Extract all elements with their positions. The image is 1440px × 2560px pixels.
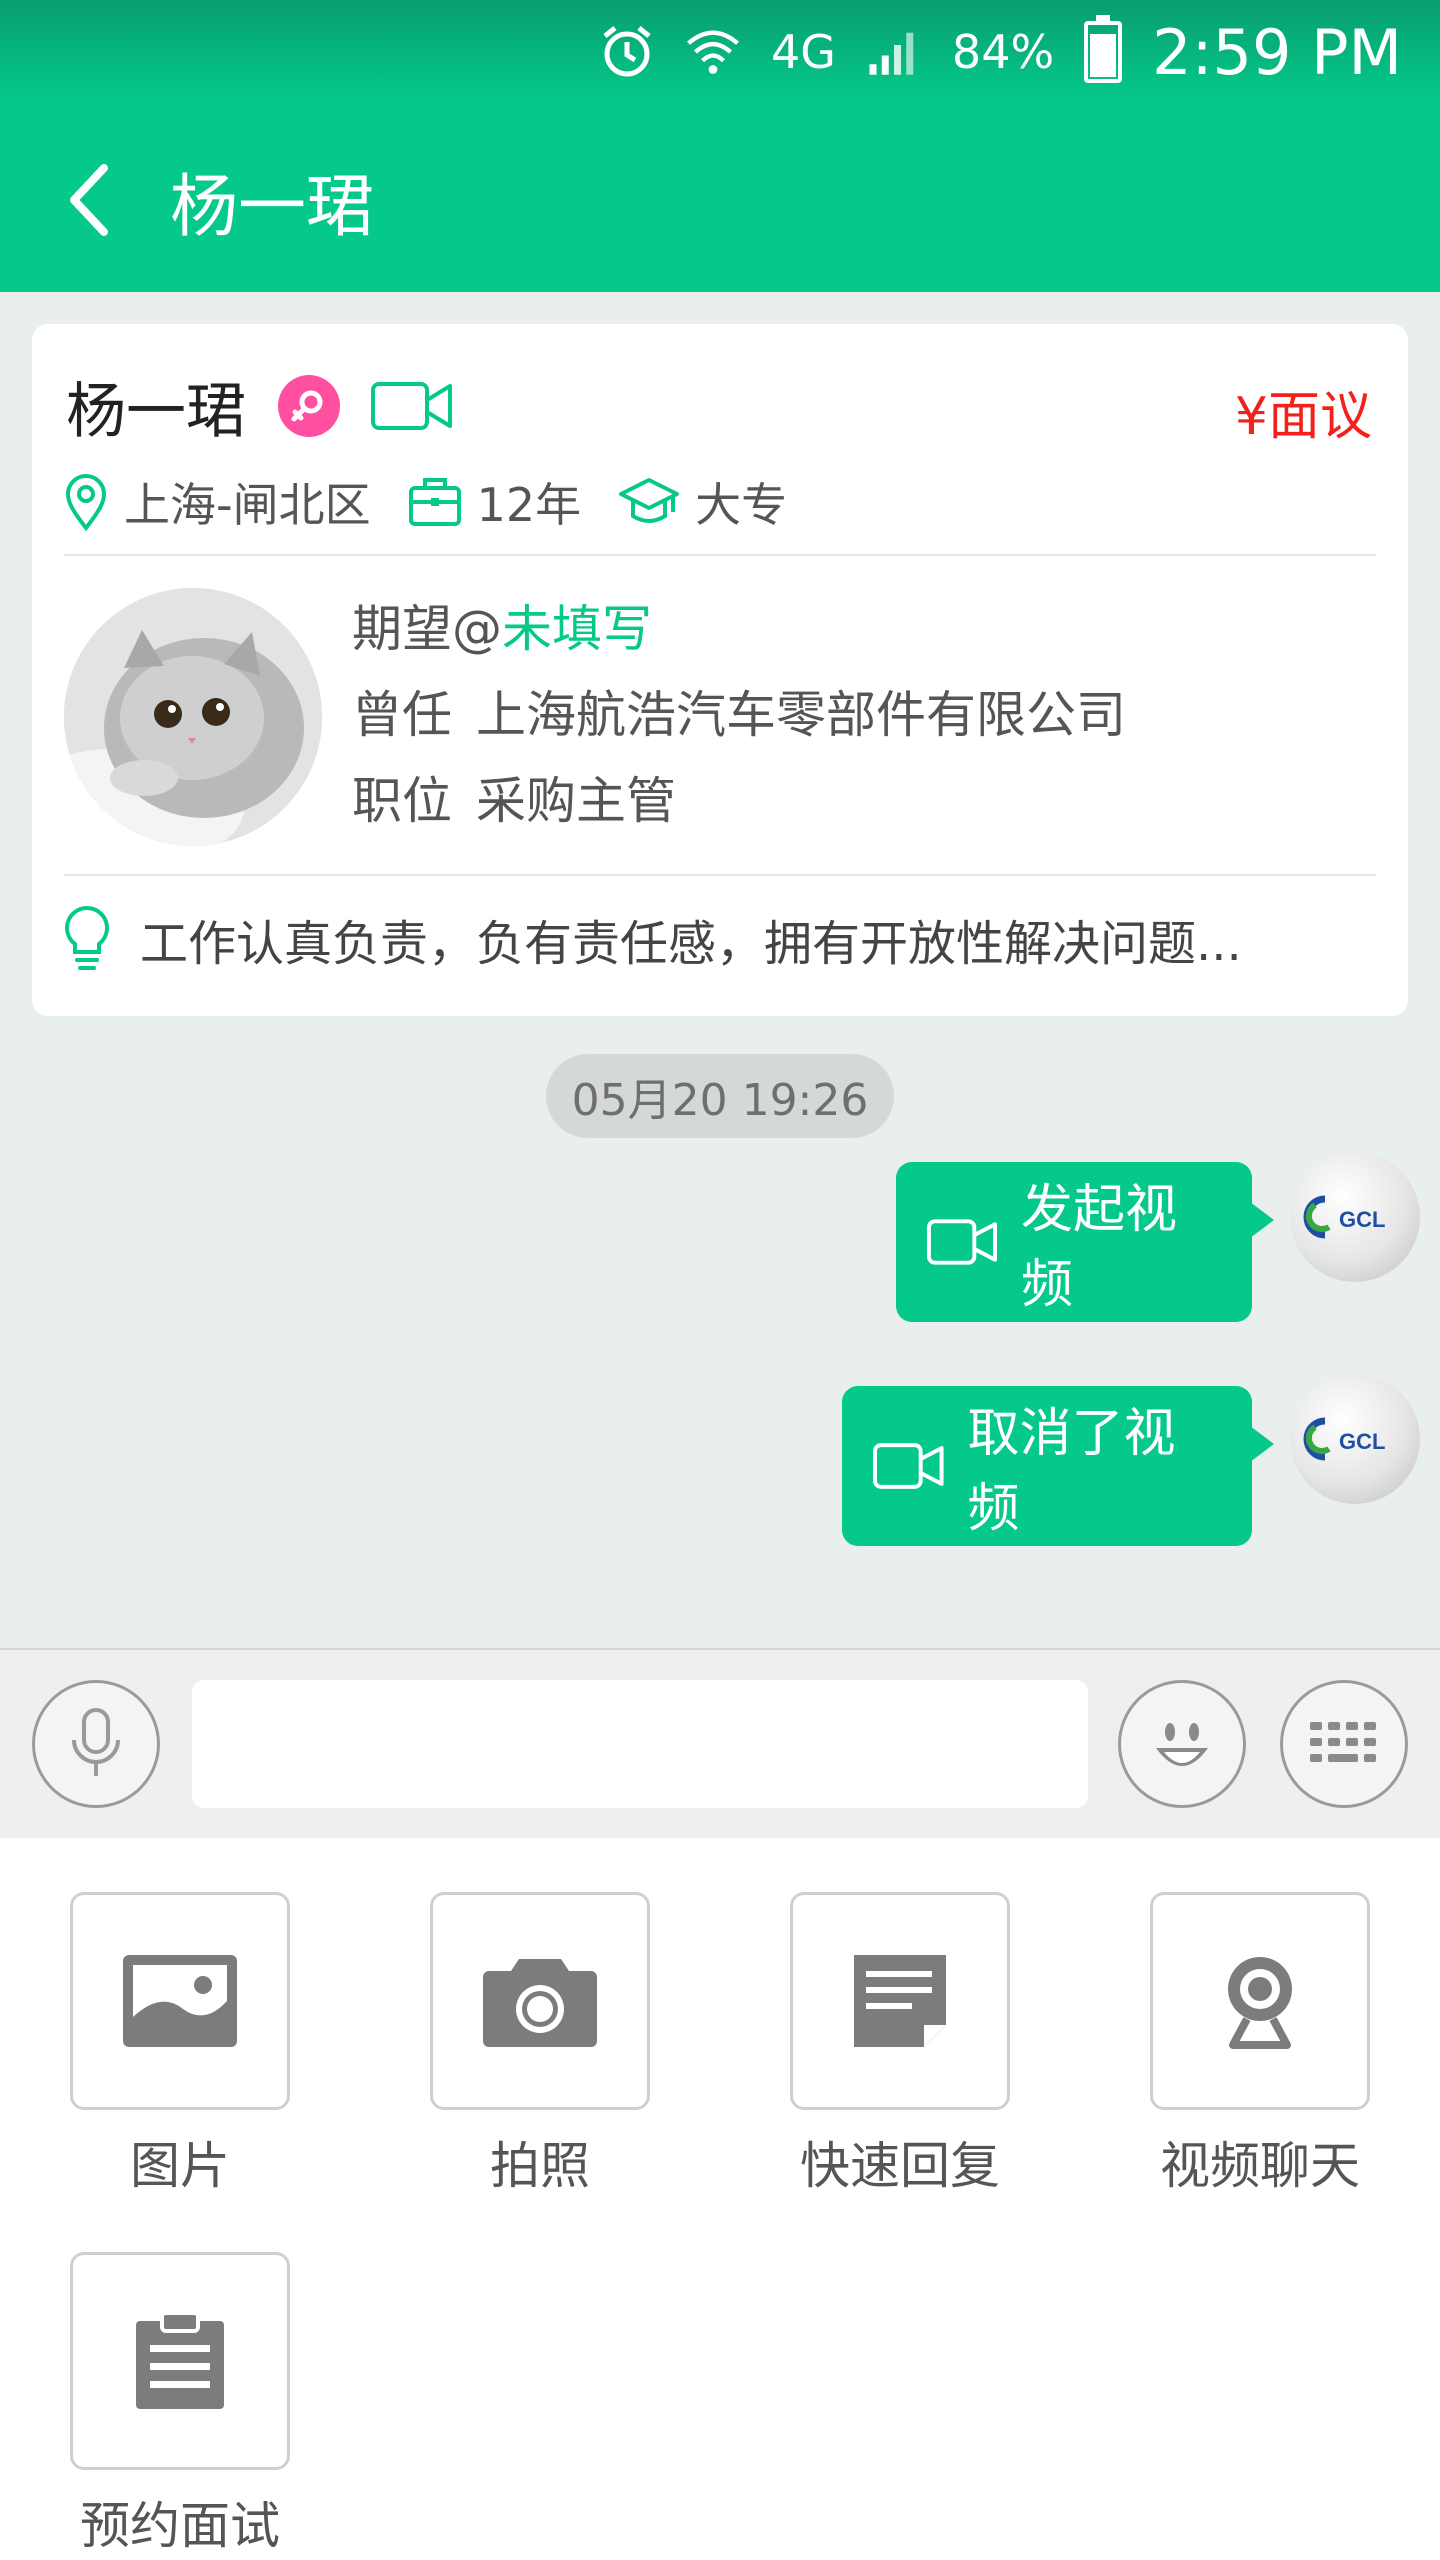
salary: ¥面议	[1234, 387, 1372, 447]
gcl-logo-icon: GCL	[1303, 1195, 1385, 1239]
back-button[interactable]	[30, 140, 150, 260]
chat-timestamp: 05月20 19:26	[546, 1054, 894, 1138]
my-avatar[interactable]: GCL	[1290, 1374, 1420, 1504]
briefcase-icon	[408, 478, 461, 526]
divider	[64, 874, 1376, 876]
battery-icon	[1084, 15, 1123, 83]
tool-quick-reply[interactable]: 快速回复	[790, 1892, 1010, 2198]
keyboard-icon	[1310, 1722, 1376, 1762]
chevron-left-icon	[70, 164, 108, 236]
battery-percent: 84%	[951, 25, 1055, 79]
chat-bubble-text: 取消了视频	[967, 1404, 1176, 1539]
gcl-logo-text: GCL	[1339, 1429, 1385, 1454]
webcam-icon	[1228, 1957, 1292, 2049]
tool-video-chat[interactable]: 视频聊天	[1150, 1892, 1370, 2198]
voice-button[interactable]	[32, 1680, 160, 1808]
former-label: 曾任	[352, 686, 452, 744]
education-text: 大专	[695, 478, 788, 532]
signal-icon	[866, 24, 922, 80]
my-avatar[interactable]: GCL	[1290, 1152, 1420, 1282]
graduation-cap-icon	[619, 478, 680, 523]
keyboard-button[interactable]	[1280, 1680, 1408, 1808]
tool-camera[interactable]: 拍照	[430, 1892, 650, 2198]
position-line: 职位 采购主管	[352, 758, 1126, 844]
former-company: 上海航浩汽车零部件有限公司	[476, 686, 1126, 744]
page-title: 杨一珺	[170, 167, 375, 247]
video-camera-icon	[370, 378, 454, 434]
status-bar: 4G 84% 2:59 PM	[599, 14, 1402, 90]
message-input-bar	[0, 1648, 1440, 1838]
experience-text: 12年	[476, 478, 582, 532]
tool-label: 图片	[130, 2137, 230, 2195]
location-text: 上海-闸北区	[124, 478, 371, 532]
image-icon	[123, 1955, 237, 2047]
tool-label: 拍照	[490, 2137, 590, 2195]
summary-text: 工作认真负责，负有责任感，拥有开放性解决问题...	[140, 916, 1242, 972]
chat-bubble[interactable]: 取消了视频	[842, 1386, 1274, 1546]
expectation-label: 期望@	[352, 600, 502, 658]
avatar	[64, 588, 322, 846]
lightbulb-icon	[65, 905, 109, 970]
candidate-name: 杨一珺	[66, 376, 246, 447]
video-camera-icon	[872, 1443, 944, 1489]
clock: 2:59 PM	[1152, 15, 1402, 89]
wifi-icon	[685, 24, 741, 80]
message-input[interactable]	[192, 1680, 1088, 1808]
tool-label: 快速回复	[800, 2137, 1000, 2195]
location-pin-icon	[65, 474, 107, 532]
tool-schedule-interview[interactable]: 预约面试	[70, 2252, 290, 2558]
title-bar: 杨一珺	[0, 110, 1440, 290]
quick-reply-icon	[854, 1955, 946, 2047]
gcl-logo-text: GCL	[1339, 1207, 1385, 1232]
smiley-icon	[1156, 1723, 1208, 1766]
former-line: 曾任 上海航浩汽车零部件有限公司	[352, 672, 1126, 758]
app-header: 4G 84% 2:59 PM 杨一珺	[0, 0, 1440, 292]
summary-row: 工作认真负责，负有责任感，拥有开放性解决问题...	[62, 904, 1372, 974]
chat-bubble-text: 发起视频	[1020, 1180, 1177, 1315]
tool-label: 视频聊天	[1160, 2137, 1360, 2195]
divider	[64, 554, 1376, 556]
tool-label: 预约面试	[80, 2497, 280, 2555]
camera-icon	[483, 1959, 597, 2047]
cat-avatar-image	[64, 588, 322, 846]
video-camera-icon	[926, 1219, 997, 1265]
candidate-card[interactable]: 杨一珺 ¥面议 上海-闸北区 12年 大专 期望@未填写 曾任 上海航浩汽车零部…	[32, 324, 1408, 1016]
position-value: 采购主管	[476, 772, 676, 830]
position-label: 职位	[352, 772, 452, 830]
emoji-button[interactable]	[1118, 1680, 1246, 1808]
alarm-icon	[599, 24, 655, 80]
female-icon	[278, 375, 340, 437]
expectation-value: 未填写	[502, 600, 652, 658]
clipboard-icon	[136, 2311, 224, 2409]
microphone-icon	[72, 1708, 120, 1776]
gcl-logo-icon: GCL	[1303, 1417, 1385, 1461]
expectation-line: 期望@未填写	[352, 586, 1126, 672]
tool-image[interactable]: 图片	[70, 1892, 290, 2198]
chat-bubble[interactable]: 发起视频	[896, 1162, 1274, 1322]
network-type: 4G	[771, 25, 836, 79]
attachment-panel: 图片 拍照 快速回复 视频聊天 预约面试	[0, 1838, 1440, 2560]
